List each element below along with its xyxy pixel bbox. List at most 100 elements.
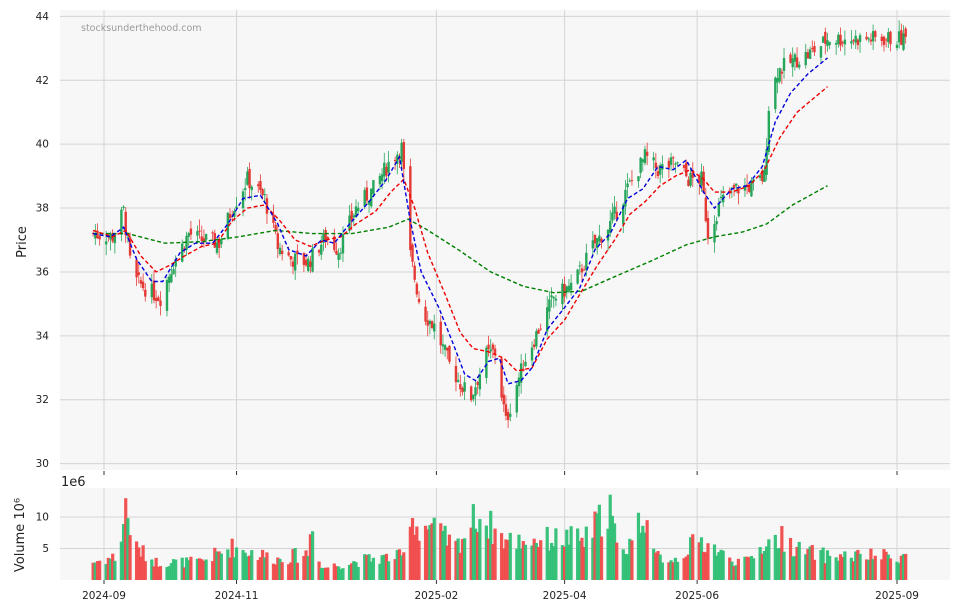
volume-bar (706, 543, 710, 580)
volume-bar (128, 535, 132, 580)
volume-bar (113, 560, 117, 580)
volume-tick-label: 5 (42, 543, 49, 555)
volume-bar (554, 528, 558, 580)
candle-body (365, 187, 369, 201)
price-axis-label: Price (15, 226, 30, 258)
candle-body (828, 42, 831, 46)
volume-bar (387, 561, 391, 580)
candle-body (780, 71, 784, 74)
candle-body (580, 268, 584, 273)
volume-bar (265, 552, 269, 580)
candle-body (98, 236, 101, 240)
candle-body (181, 243, 184, 262)
candle-body (867, 38, 870, 40)
candle-body (839, 34, 842, 46)
candle-body (448, 345, 451, 362)
candle-body (611, 212, 614, 221)
volume-bar (478, 519, 482, 580)
candle-body (220, 239, 223, 245)
candle-body (122, 206, 125, 208)
volume-bar (143, 561, 147, 580)
volume-bar (858, 553, 862, 580)
candle-body (641, 159, 645, 163)
volume-bar (402, 552, 406, 580)
volume-bar (675, 561, 680, 580)
candle-body (261, 189, 264, 196)
candle-body (563, 283, 566, 297)
candle-body (278, 247, 282, 254)
candle-body (630, 180, 634, 182)
price-tick-label: 32 (36, 394, 49, 406)
candle-body (539, 328, 542, 330)
candle-body (778, 68, 781, 82)
candle-body (865, 36, 868, 40)
candle-body (387, 161, 390, 173)
candle-body (311, 248, 314, 272)
candle-body (895, 44, 899, 49)
candle-body (411, 244, 414, 262)
volume-bar (250, 550, 254, 580)
volume-bar (873, 555, 877, 580)
volume-bar (204, 559, 208, 580)
candle-body (869, 39, 873, 42)
candle-body (307, 258, 310, 271)
candle-body (613, 206, 616, 214)
volume-bar (615, 542, 619, 580)
watermark-text: stocksunderthehood.com (81, 23, 202, 34)
candle-body (843, 39, 847, 45)
candle-body (120, 209, 123, 235)
candle-body (302, 252, 306, 265)
candle-body (196, 231, 199, 236)
candle-body (439, 321, 442, 346)
price-tick-label: 30 (36, 458, 49, 470)
volume-bar (812, 559, 817, 580)
volume-bar (189, 556, 193, 580)
candle-body (341, 234, 345, 254)
price-tick-label: 34 (36, 330, 50, 342)
volume-bar (219, 553, 223, 580)
candle-body (402, 142, 406, 169)
candle-body (204, 234, 208, 240)
candle-body (476, 381, 479, 385)
price-panel-background (60, 10, 950, 470)
chart-canvas: stocksunderthehood.com 3032343638404244 … (13, 10, 950, 602)
volume-bar (523, 544, 528, 580)
candle-body (826, 40, 829, 46)
volume-bar (904, 553, 908, 580)
candle-body (576, 269, 579, 284)
volume-bar (295, 562, 299, 580)
volume-bar (280, 562, 284, 580)
candle-body (530, 347, 534, 361)
candle-body (472, 394, 475, 400)
candle-body (400, 142, 403, 163)
volume-bar (493, 528, 497, 580)
date-tick-label: 2025-06 (675, 590, 719, 602)
candle-body (532, 344, 536, 347)
candle-body (339, 252, 343, 254)
candle-body (789, 54, 792, 63)
candle-body (672, 157, 675, 159)
candle-body (821, 36, 825, 43)
price-tick-label: 38 (36, 203, 49, 215)
candle-body (309, 261, 312, 267)
candle-body (350, 210, 353, 221)
candle-body (246, 171, 249, 185)
candle-body (880, 36, 883, 41)
candle-body (841, 42, 844, 44)
candle-body (889, 31, 892, 45)
candle-body (363, 190, 366, 207)
volume-axis-label: Volume 10⁶ (13, 498, 28, 572)
candle-body (687, 179, 690, 187)
candle-body (413, 265, 416, 280)
price-tick-label: 36 (36, 266, 50, 278)
candle-body (211, 232, 214, 234)
candle-body (856, 39, 860, 46)
candle-body (259, 181, 262, 191)
volume-bar (417, 540, 421, 580)
candle-body (767, 110, 771, 152)
candle-body (244, 188, 247, 190)
volume-bar (356, 567, 360, 580)
candle-body (685, 162, 688, 177)
candle-body (854, 35, 857, 43)
price-tick-label: 40 (36, 139, 49, 151)
